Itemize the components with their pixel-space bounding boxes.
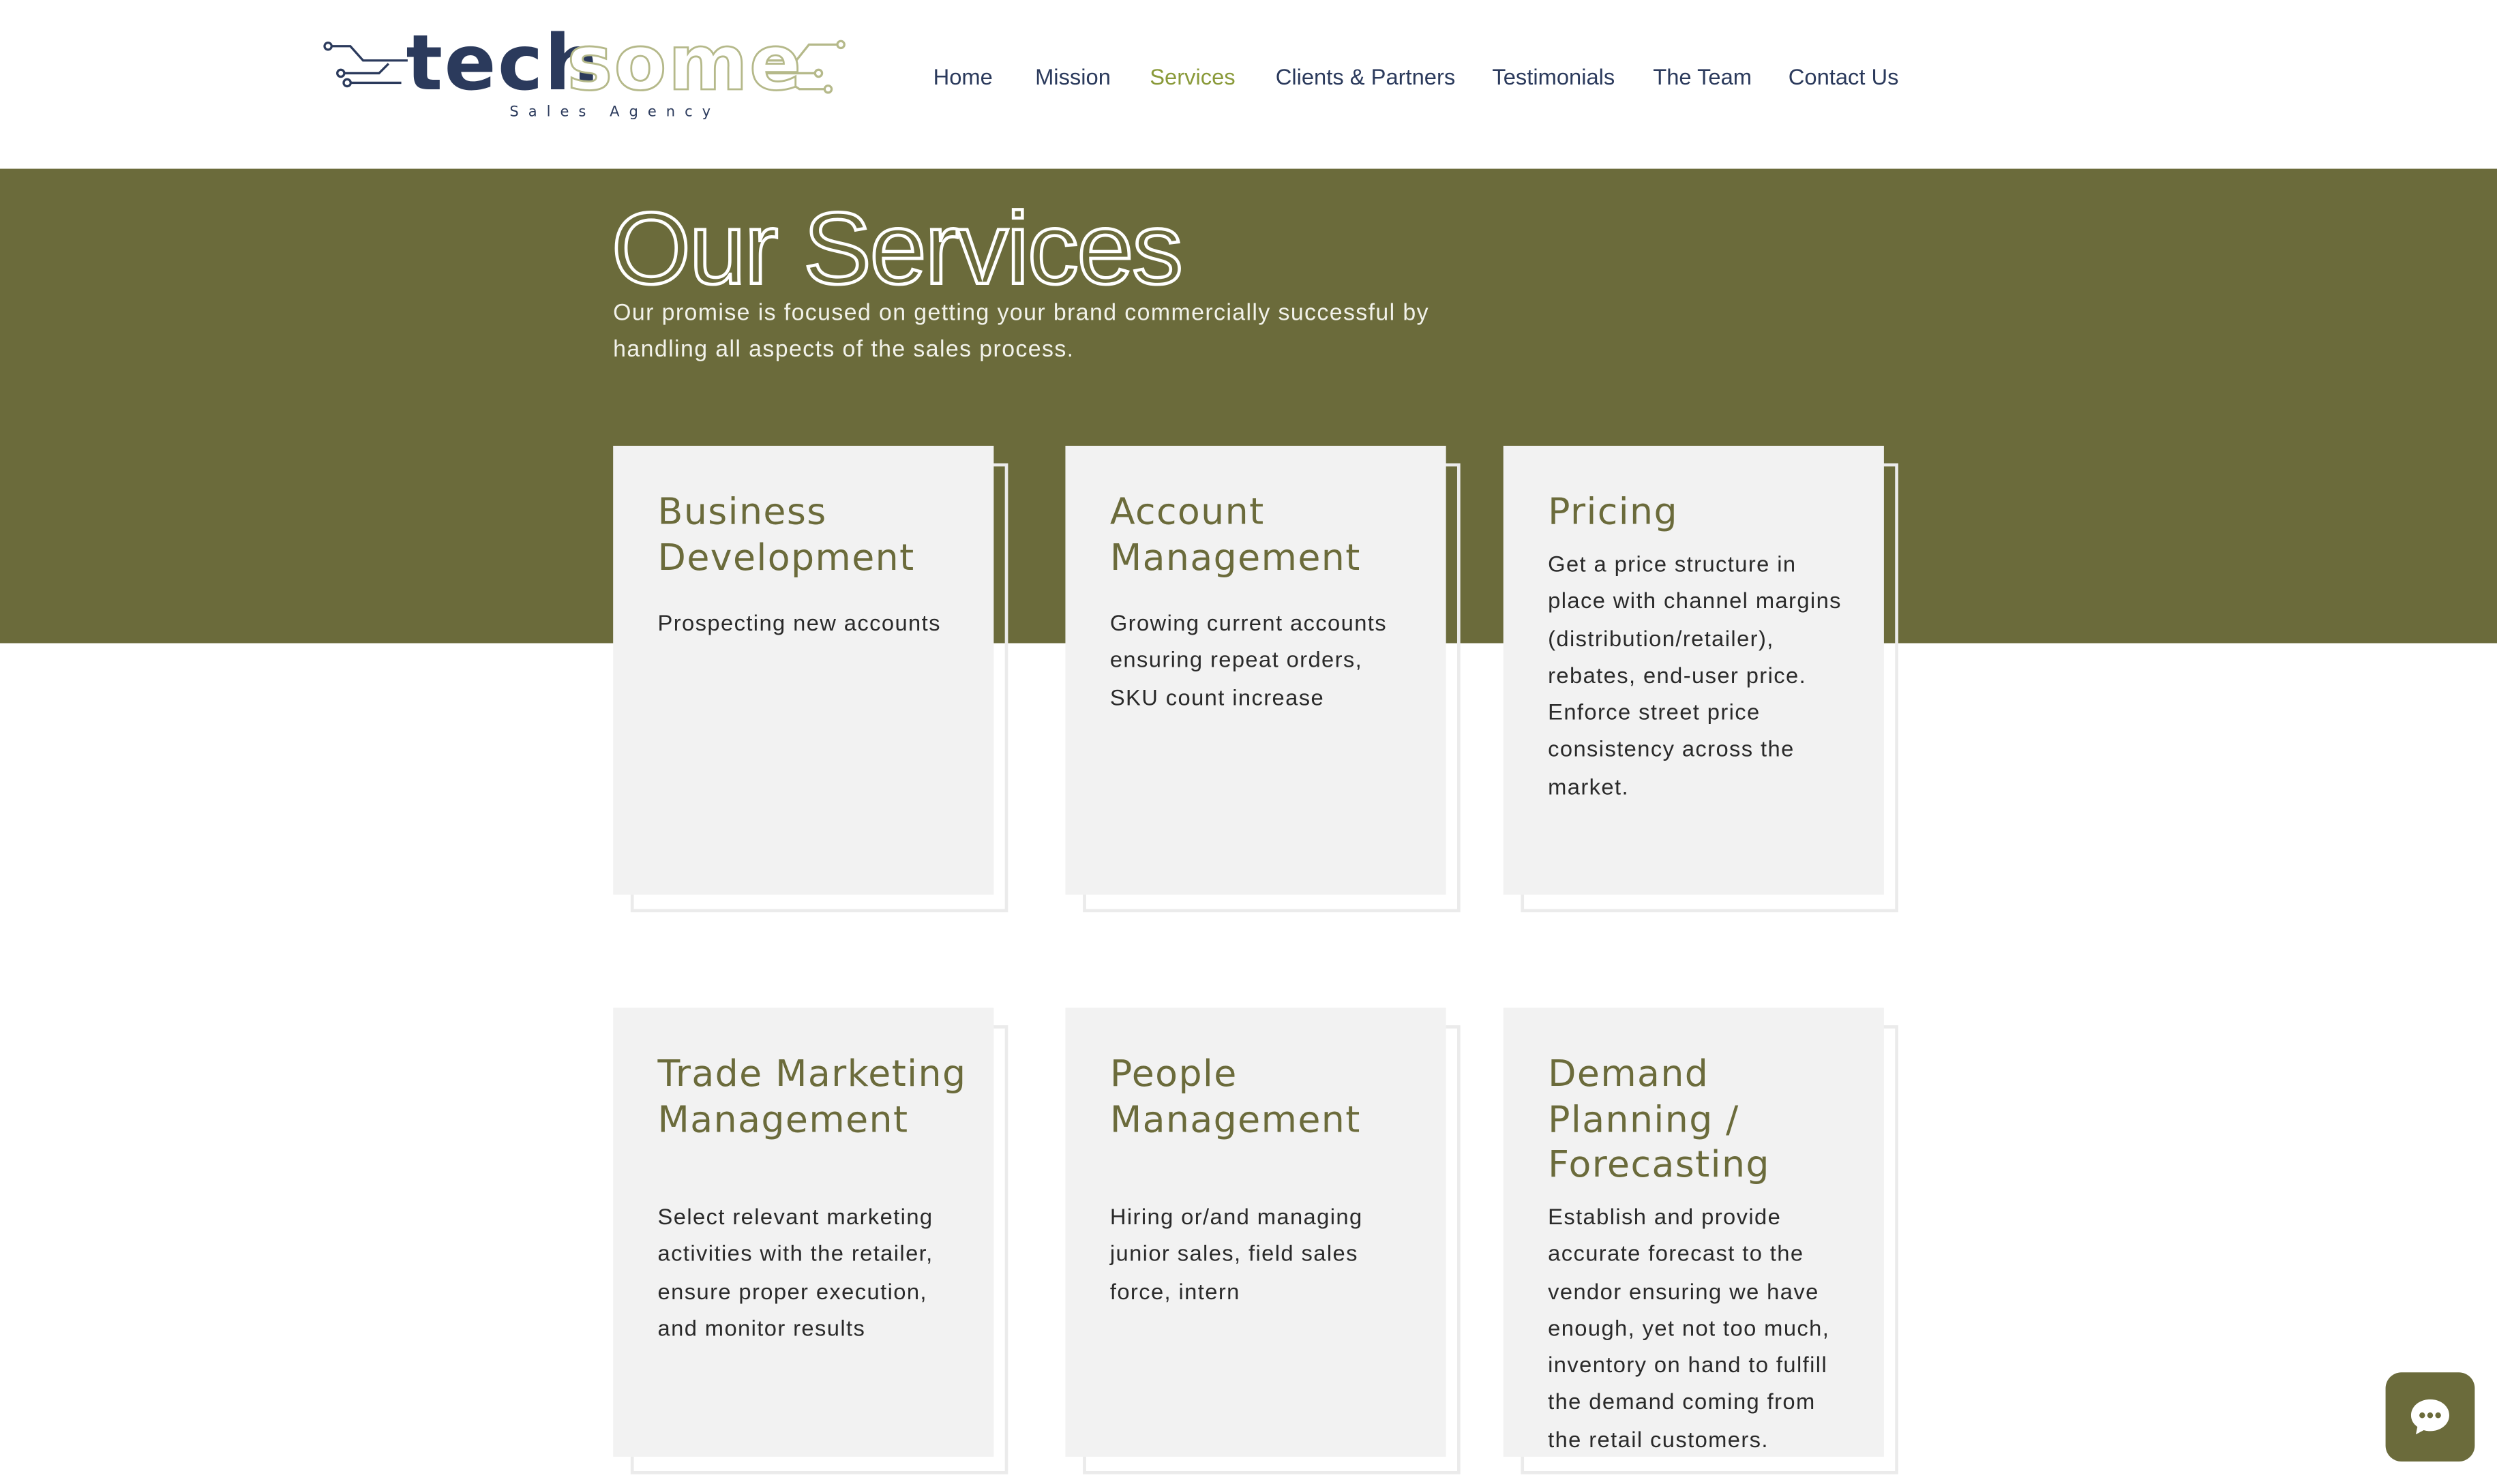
- service-description: Growing current accounts ensuring repeat…: [1109, 609, 1388, 710]
- service-card-account-management: Account Management Growing current accou…: [1065, 445, 1446, 895]
- page: tech some Sales Agency Home Mission Serv…: [0, 0, 2497, 1484]
- page-title: Our Services: [610, 190, 1184, 307]
- site-header: tech some Sales Agency Home Mission Serv…: [0, 0, 2497, 169]
- logo-word-some: some: [566, 18, 803, 110]
- nav-item-services[interactable]: Services: [1150, 63, 1235, 89]
- service-description: Establish and provide accurate forecast …: [1548, 1203, 1830, 1452]
- service-description: Hiring or/and managing junior sales, fie…: [1109, 1203, 1363, 1303]
- nav-item-mission[interactable]: Mission: [1035, 63, 1111, 89]
- service-description: Prospecting new accounts: [657, 609, 941, 635]
- service-title: Demand Planning / Forecasting: [1548, 1054, 1770, 1186]
- nav-item-the-team[interactable]: The Team: [1653, 63, 1752, 89]
- service-card-trade-marketing-management: Trade Marketing Management Select releva…: [613, 1008, 994, 1457]
- service-title: Pricing: [1548, 491, 1678, 534]
- logo[interactable]: tech some Sales Agency: [318, 18, 854, 127]
- nav-item-contact-us[interactable]: Contact Us: [1789, 63, 1899, 89]
- nav-item-testimonials[interactable]: Testimonials: [1492, 63, 1615, 89]
- nav-item-clients-partners[interactable]: Clients & Partners: [1276, 63, 1456, 89]
- service-card-people-management: People Management Hiring or/and managing…: [1065, 1008, 1446, 1457]
- service-description: Get a price structure in place with chan…: [1548, 551, 1842, 799]
- nav-item-home[interactable]: Home: [933, 63, 993, 89]
- service-title: Trade Marketing Management: [657, 1054, 967, 1141]
- chat-button[interactable]: [2385, 1372, 2475, 1462]
- logo-tagline: Sales Agency: [509, 105, 721, 121]
- service-title: Business Development: [657, 491, 915, 579]
- service-card-business-development: Business Development Prospecting new acc…: [613, 445, 994, 895]
- page-subtitle: Our promise is focused on getting your b…: [613, 301, 1430, 364]
- chat-bubble-icon: [2410, 1399, 2449, 1435]
- service-description: Select relevant marketing activities wit…: [657, 1203, 933, 1341]
- service-card-pricing: Pricing Get a price structure in place w…: [1503, 445, 1884, 895]
- service-card-demand-planning: Demand Planning / Forecasting Establish …: [1503, 1008, 1884, 1457]
- service-title: People Management: [1109, 1054, 1361, 1141]
- service-title: Account Management: [1109, 491, 1361, 579]
